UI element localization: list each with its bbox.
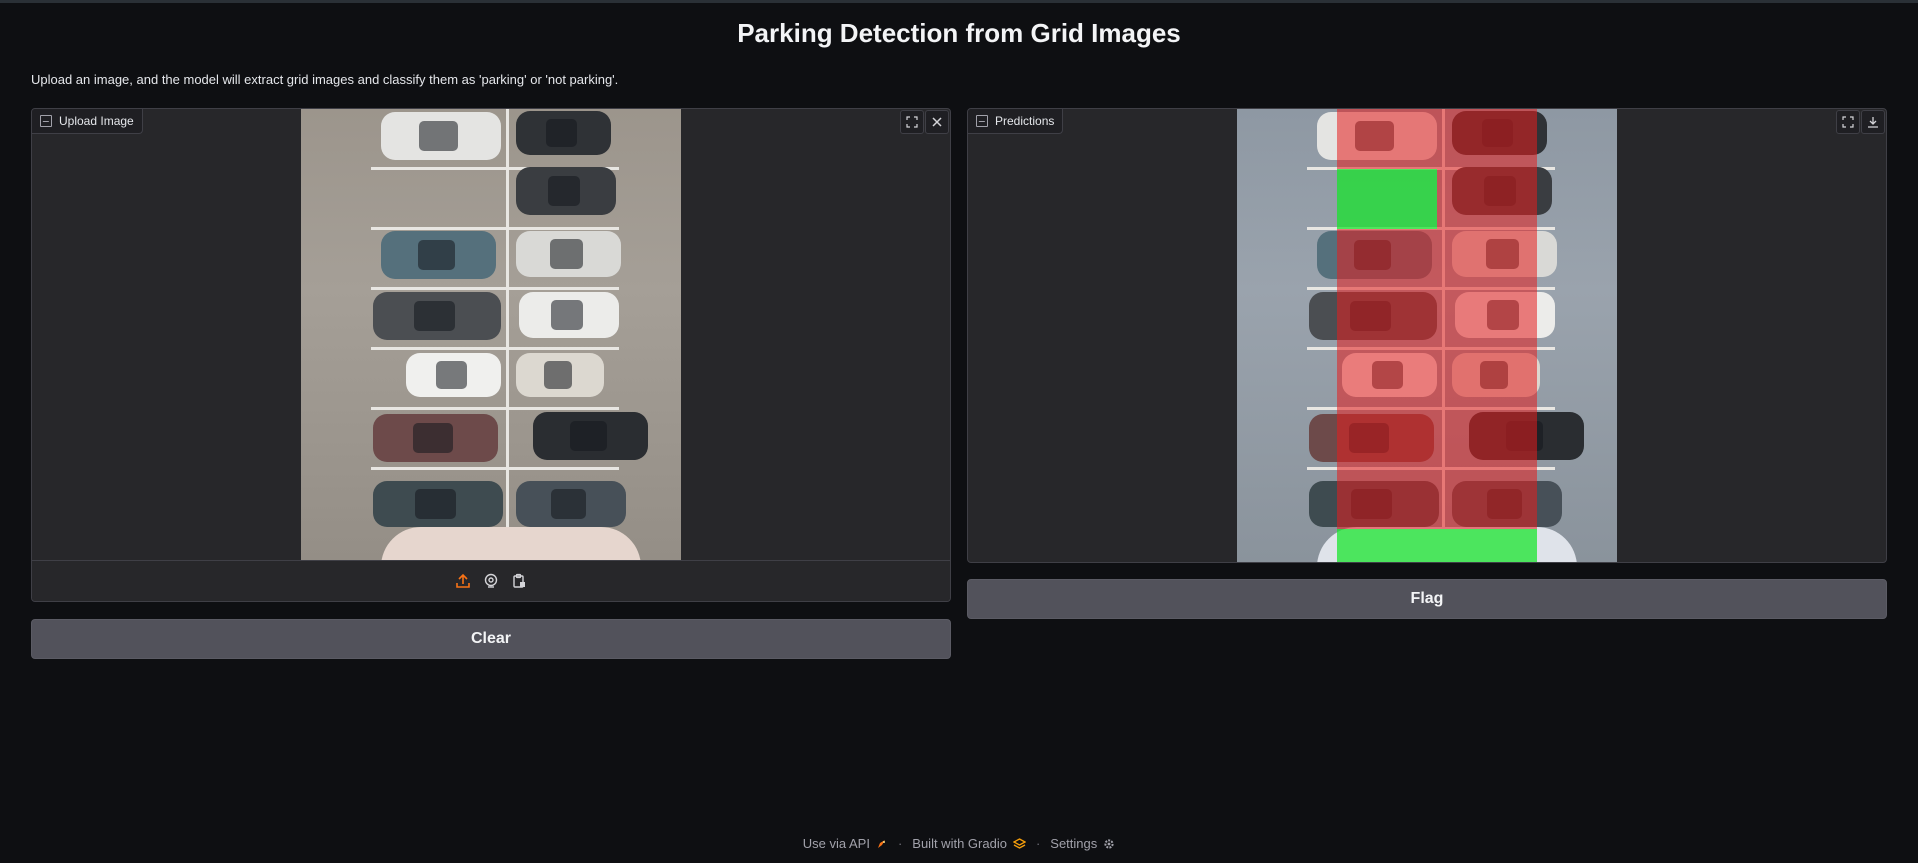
fullscreen-icon (906, 116, 918, 128)
image-source-toolbar (32, 560, 950, 601)
download-icon (1868, 117, 1878, 128)
settings-link[interactable]: Settings (1050, 836, 1115, 851)
built-with-gradio-link[interactable]: Built with Gradio (912, 836, 1026, 851)
upload-image-label: Upload Image (32, 109, 143, 134)
upload-icon (456, 573, 470, 588)
use-via-api-link[interactable]: Use via API (803, 836, 888, 851)
top-border (0, 0, 1918, 3)
webcam-button[interactable] (482, 572, 500, 590)
predictions-image (1237, 109, 1617, 562)
image-icon (976, 115, 988, 127)
not-parking-region (1337, 229, 1437, 529)
download-button[interactable] (1861, 110, 1885, 134)
gradio-logo-icon (1012, 837, 1026, 849)
clipboard-icon (513, 573, 525, 588)
predictions-label: Predictions (968, 109, 1064, 134)
built-with-gradio-label: Built with Gradio (912, 836, 1007, 851)
upload-image-label-text: Upload Image (59, 114, 134, 128)
footer: Use via API · Built with Gradio · Settin… (0, 836, 1918, 851)
fullscreen-button[interactable] (1836, 110, 1860, 134)
close-button[interactable] (925, 110, 949, 134)
image-icon (40, 115, 52, 127)
close-icon (932, 117, 942, 127)
rocket-icon (877, 839, 885, 848)
page-title: Parking Detection from Grid Images (737, 18, 1181, 48)
flag-button[interactable]: Flag (967, 579, 1887, 619)
clear-button[interactable]: Clear (31, 619, 951, 659)
use-via-api-label: Use via API (802, 836, 870, 851)
page-description: Upload an image, and the model will extr… (31, 72, 619, 87)
settings-label: Settings (1050, 836, 1098, 851)
predictions-label-text: Predictions (995, 114, 1055, 128)
not-parking-region (1337, 109, 1437, 169)
footer-separator: · (897, 836, 903, 851)
parking-region (1337, 529, 1537, 562)
webcam-icon (484, 573, 498, 588)
footer-separator: · (1035, 836, 1041, 851)
fullscreen-icon (1842, 116, 1854, 128)
upload-button[interactable] (454, 572, 472, 590)
predictions-panel: Predictions (967, 108, 1887, 563)
parking-region (1337, 169, 1437, 229)
gear-icon (1104, 838, 1114, 849)
clipboard-button[interactable] (510, 572, 528, 590)
fullscreen-button[interactable] (900, 110, 924, 134)
uploaded-image (301, 109, 681, 562)
not-parking-region (1437, 109, 1537, 529)
upload-image-panel[interactable]: Upload Image (31, 108, 951, 602)
